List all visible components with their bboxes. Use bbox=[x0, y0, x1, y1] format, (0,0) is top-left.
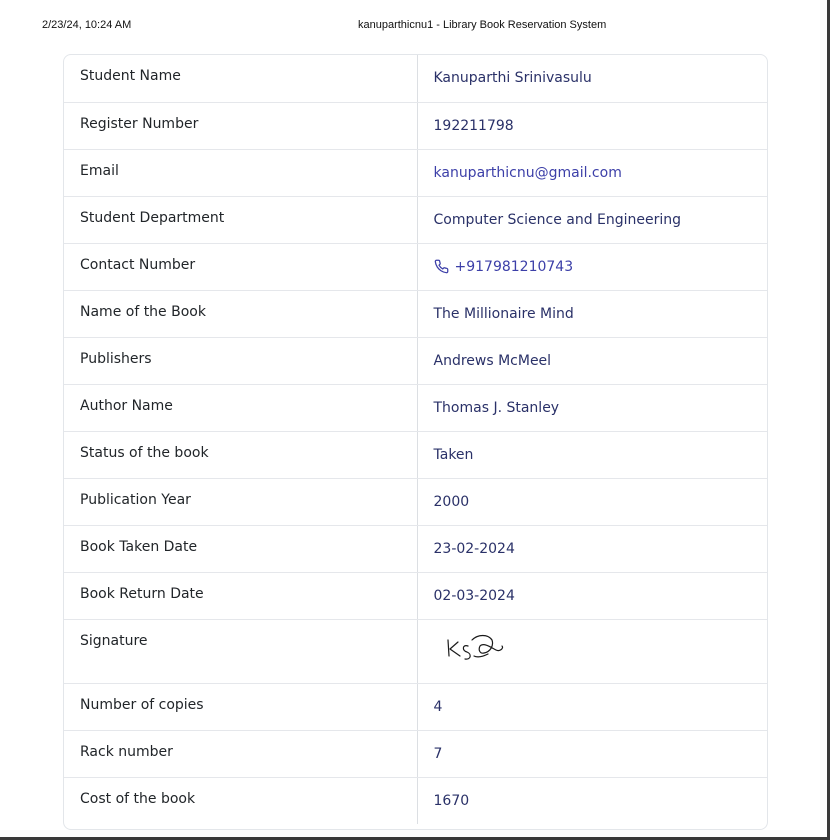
reservation-details-table: Student Name Kanuparthi Srinivasulu Regi… bbox=[64, 55, 767, 824]
table-row-book-name: Name of the Book The Millionaire Mind bbox=[64, 290, 767, 338]
table-row-contact: Contact Number +917981210743 bbox=[64, 243, 767, 291]
row-label: Cost of the book bbox=[64, 777, 418, 824]
signature-image bbox=[446, 634, 503, 660]
register-number-value: 192211798 bbox=[417, 102, 767, 150]
phone-icon bbox=[434, 259, 449, 274]
row-label: Signature bbox=[64, 619, 418, 684]
table-row-return-date: Book Return Date 02-03-2024 bbox=[64, 572, 767, 620]
reservation-details-card: Student Name Kanuparthi Srinivasulu Regi… bbox=[63, 54, 768, 830]
contact-cell: +917981210743 bbox=[417, 243, 767, 291]
row-label: Publication Year bbox=[64, 478, 418, 526]
table-row-publication-year: Publication Year 2000 bbox=[64, 478, 767, 526]
row-label: Contact Number bbox=[64, 243, 418, 291]
student-name-value: Kanuparthi Srinivasulu bbox=[417, 55, 767, 103]
book-name-value: The Millionaire Mind bbox=[417, 290, 767, 338]
row-label: Email bbox=[64, 149, 418, 197]
email-link[interactable]: kanuparthicnu@gmail.com bbox=[434, 165, 622, 181]
table-row-signature: Signature bbox=[64, 619, 767, 684]
table-row-student-name: Student Name Kanuparthi Srinivasulu bbox=[64, 55, 767, 103]
row-label: Publishers bbox=[64, 337, 418, 385]
contact-phone-link[interactable]: +917981210743 bbox=[434, 258, 574, 275]
print-header: 2/23/24, 10:24 AM kanuparthicnu1 - Libra… bbox=[0, 19, 830, 33]
row-label: Rack number bbox=[64, 730, 418, 778]
table-row-copies: Number of copies 4 bbox=[64, 683, 767, 731]
print-page-title: kanuparthicnu1 - Library Book Reservatio… bbox=[358, 19, 607, 31]
author-value: Thomas J. Stanley bbox=[417, 384, 767, 432]
email-cell: kanuparthicnu@gmail.com bbox=[417, 149, 767, 197]
table-row-author: Author Name Thomas J. Stanley bbox=[64, 384, 767, 432]
print-datetime: 2/23/24, 10:24 AM bbox=[42, 19, 132, 31]
row-label: Student Department bbox=[64, 196, 418, 244]
row-label: Register Number bbox=[64, 102, 418, 150]
signature-cell bbox=[417, 619, 767, 684]
table-row-publishers: Publishers Andrews McMeel bbox=[64, 337, 767, 385]
row-label: Name of the Book bbox=[64, 290, 418, 338]
taken-date-value: 23-02-2024 bbox=[417, 525, 767, 573]
return-date-value: 02-03-2024 bbox=[417, 572, 767, 620]
row-label: Number of copies bbox=[64, 683, 418, 731]
rack-value: 7 bbox=[417, 730, 767, 778]
table-row-cost: Cost of the book 1670 bbox=[64, 777, 767, 824]
table-row-rack: Rack number 7 bbox=[64, 730, 767, 778]
publication-year-value: 2000 bbox=[417, 478, 767, 526]
table-row-status: Status of the book Taken bbox=[64, 431, 767, 479]
row-label: Status of the book bbox=[64, 431, 418, 479]
row-label: Author Name bbox=[64, 384, 418, 432]
contact-number-value: +917981210743 bbox=[454, 258, 574, 275]
table-row-taken-date: Book Taken Date 23-02-2024 bbox=[64, 525, 767, 573]
department-value: Computer Science and Engineering bbox=[417, 196, 767, 244]
table-row-email: Email kanuparthicnu@gmail.com bbox=[64, 149, 767, 197]
status-value: Taken bbox=[417, 431, 767, 479]
publishers-value: Andrews McMeel bbox=[417, 337, 767, 385]
table-row-register-number: Register Number 192211798 bbox=[64, 102, 767, 150]
cost-value: 1670 bbox=[433, 792, 470, 809]
row-label: Student Name bbox=[64, 55, 418, 103]
row-label: Book Taken Date bbox=[64, 525, 418, 573]
copies-value: 4 bbox=[417, 683, 767, 731]
table-row-department: Student Department Computer Science and … bbox=[64, 196, 767, 244]
row-label: Book Return Date bbox=[64, 572, 418, 620]
